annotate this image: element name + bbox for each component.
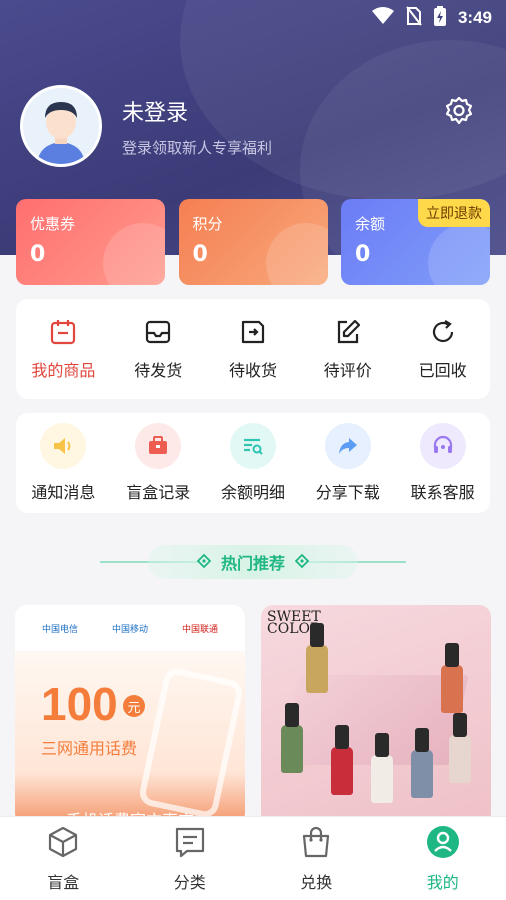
service-panel: 通知消息 盲盒记录 余额明细 分享下载 联系客服 <box>16 413 490 513</box>
credit-amount: 100 <box>41 678 118 730</box>
telco-logos: 中国电信 中国移动 中国联通 <box>15 605 245 651</box>
order-to-ship[interactable]: 待发货 <box>111 299 206 399</box>
speaker-icon <box>40 423 87 469</box>
edit-icon <box>333 317 363 347</box>
tab-mine[interactable]: 我的 <box>380 817 506 900</box>
inbox-icon <box>143 317 173 347</box>
bottom-tab-bar: 盲盒 分类 兑换 我的 <box>0 816 506 900</box>
wifi-icon <box>371 7 394 29</box>
order-label: 待评价 <box>323 361 372 380</box>
hot-recommend-pill: 热门推荐 <box>148 545 358 579</box>
polish-bottle <box>281 703 303 773</box>
package-arrow-icon <box>238 317 268 347</box>
polish-bottle <box>411 728 433 798</box>
tab-category[interactable]: 分类 <box>127 817 254 900</box>
diamond-icon <box>294 553 310 572</box>
credit-promo: 100 元 三网通用话费 手机话费官方直充 <box>15 651 245 825</box>
product-card-nail-polish[interactable]: SWEET COLOR <box>261 605 491 825</box>
tab-label: 我的 <box>426 872 459 892</box>
balance-card[interactable]: 余额 0 立即退款 <box>341 199 490 285</box>
diamond-icon <box>196 553 212 572</box>
login-status[interactable]: 未登录 <box>122 95 272 127</box>
polish-bottle <box>306 623 328 693</box>
polish-bottle <box>449 713 471 783</box>
points-card[interactable]: 积分 0 <box>178 199 328 285</box>
order-recycled[interactable]: 已回收 <box>395 299 490 399</box>
telco-logo: 中国联通 <box>181 624 218 635</box>
order-label: 待收货 <box>228 361 277 380</box>
phone-illustration <box>137 666 245 820</box>
no-sim-icon <box>406 6 422 30</box>
settings-icon[interactable] <box>444 96 474 126</box>
service-label: 联系客服 <box>410 483 475 502</box>
share-icon <box>324 423 371 469</box>
order-to-review[interactable]: 待评价 <box>300 299 395 399</box>
cube-icon <box>46 825 80 863</box>
service-notifications[interactable]: 通知消息 <box>16 413 111 513</box>
category-icon <box>173 825 207 863</box>
tab-blindbox[interactable]: 盲盒 <box>0 817 127 900</box>
polish-bottle <box>441 643 463 713</box>
order-my-goods[interactable]: 我的商品 <box>16 299 111 399</box>
service-balance-details[interactable]: 余额明细 <box>206 413 301 513</box>
service-label: 盲盒记录 <box>126 483 191 502</box>
login-prompt[interactable]: 登录领取新人专享福利 <box>122 137 272 158</box>
polish-bottle <box>371 733 393 803</box>
battery-icon <box>433 6 446 30</box>
service-blindbox-records[interactable]: 盲盒记录 <box>111 413 206 513</box>
clock: 3:49 <box>457 8 492 27</box>
order-label: 我的商品 <box>31 361 96 380</box>
order-label: 已回收 <box>418 361 467 380</box>
tab-label: 兑换 <box>300 872 333 892</box>
status-bar: 3:49 <box>0 0 506 36</box>
service-contact-support[interactable]: 联系客服 <box>395 413 490 513</box>
service-label: 余额明细 <box>220 483 285 502</box>
profile-section[interactable]: 未登录 登录领取新人专享福利 <box>20 85 272 167</box>
avatar[interactable] <box>20 85 102 167</box>
order-to-receive[interactable]: 待收货 <box>206 299 301 399</box>
credit-subtitle: 三网通用话费 <box>41 739 138 758</box>
service-label: 分享下载 <box>315 483 380 502</box>
shopping-bag-icon <box>299 825 333 863</box>
telco-logo: 中国移动 <box>111 624 148 635</box>
product-card-phone-credit[interactable]: 中国电信 中国移动 中国联通 100 元 三网通用话费 手机话费官方直充 <box>15 605 245 825</box>
hot-recommend-title: 热门推荐 <box>220 554 285 573</box>
tab-exchange[interactable]: 兑换 <box>253 817 380 900</box>
polish-bottle <box>331 725 353 795</box>
service-label: 通知消息 <box>31 483 96 502</box>
coupon-card[interactable]: 优惠券 0 <box>16 199 165 285</box>
order-panel: 我的商品 待发货 待收货 待评价 已回收 <box>16 299 490 399</box>
refund-button[interactable]: 立即退款 <box>418 199 490 227</box>
hot-recommend-banner: 热门推荐 <box>0 545 506 585</box>
telco-logo: 中国电信 <box>41 624 78 635</box>
service-share-download[interactable]: 分享下载 <box>300 413 395 513</box>
tab-label: 分类 <box>173 872 206 892</box>
briefcase-icon <box>135 423 182 469</box>
list-search-icon <box>229 423 276 469</box>
asset-cards: 优惠券 0 积分 0 余额 0 立即退款 <box>16 199 490 285</box>
calendar-icon <box>48 317 78 347</box>
currency-badge: 元 <box>123 695 145 717</box>
user-icon <box>426 825 460 863</box>
refresh-icon <box>428 317 458 347</box>
tab-label: 盲盒 <box>47 872 80 892</box>
order-label: 待发货 <box>134 361 183 380</box>
headset-icon <box>419 423 466 469</box>
